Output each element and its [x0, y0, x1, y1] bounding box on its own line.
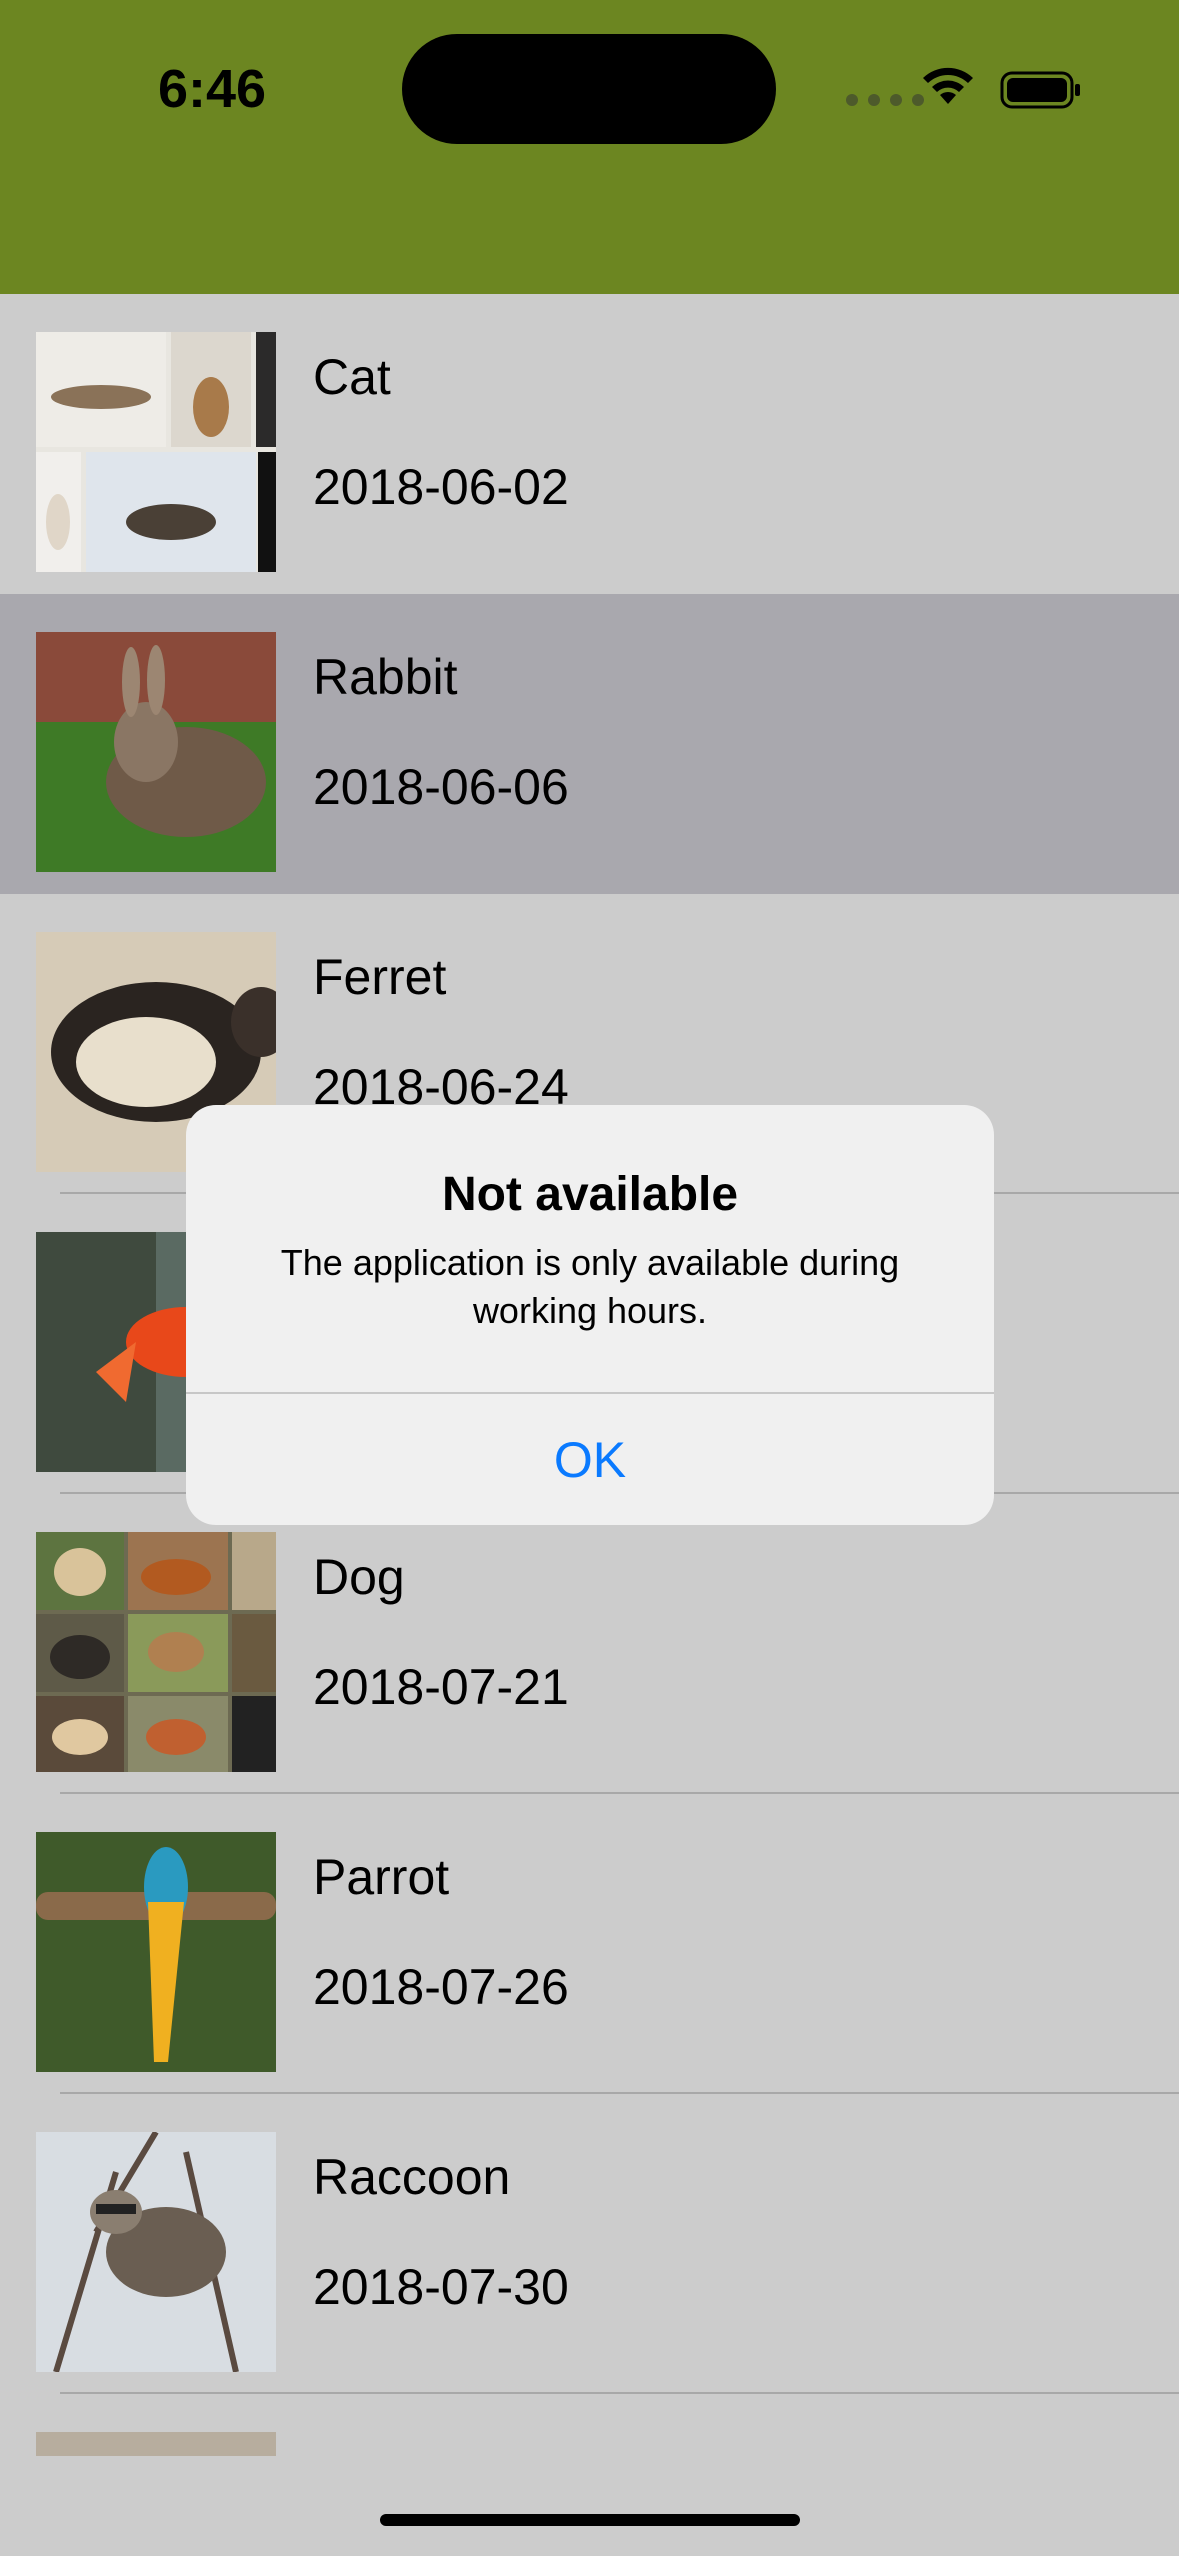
- alert-dialog: Not available The application is only av…: [186, 1105, 994, 1525]
- wifi-icon: [923, 67, 973, 104]
- list-item-parrot[interactable]: Parrot 2018-07-26: [0, 1794, 1179, 2094]
- dog-collage-thumbnail: [36, 1532, 276, 1772]
- list-item-rabbit[interactable]: Rabbit 2018-06-06: [0, 594, 1179, 894]
- list-item-dog[interactable]: Dog 2018-07-21: [0, 1494, 1179, 1794]
- item-date: 2018-07-26: [313, 1959, 569, 2015]
- item-date: 2018-06-02: [313, 459, 569, 515]
- item-title: Rabbit: [313, 649, 458, 705]
- item-title: Raccoon: [313, 2149, 511, 2205]
- item-date: 2018-07-30: [313, 2259, 569, 2315]
- item-title: Parrot: [313, 1849, 450, 1905]
- alert-message: The application is only available during…: [280, 1242, 900, 1331]
- partial-thumbnail: [36, 2432, 276, 2456]
- alert-title: Not available: [441, 1168, 739, 1221]
- parrot-thumbnail: [36, 1832, 276, 2072]
- cat-collage-thumbnail: [36, 332, 276, 572]
- item-title: Ferret: [313, 949, 447, 1005]
- item-date: 2018-06-06: [313, 759, 569, 815]
- raccoon-thumbnail: [36, 2132, 276, 2372]
- list-item-raccoon[interactable]: Raccoon 2018-07-30: [0, 2094, 1179, 2394]
- battery-icon: [1000, 71, 1080, 109]
- ok-button[interactable]: OK: [186, 1394, 994, 1525]
- item-date: 2018-07-21: [313, 1659, 569, 1715]
- list-item-cat[interactable]: Cat 2018-06-02: [0, 294, 1179, 594]
- list-item-partial[interactable]: [0, 2394, 1179, 2494]
- status-time: 6:46: [158, 59, 267, 119]
- dynamic-island: [402, 34, 776, 144]
- home-indicator[interactable]: [380, 2514, 800, 2526]
- status-bar: 6:46: [0, 0, 1179, 294]
- rabbit-thumbnail: [36, 632, 276, 872]
- item-title: Cat: [313, 349, 391, 405]
- item-title: Dog: [313, 1549, 405, 1605]
- cellular-signal-icon: [846, 94, 924, 106]
